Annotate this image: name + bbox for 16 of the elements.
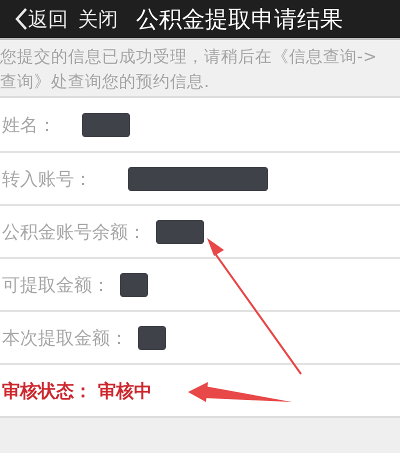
close-button[interactable]: 关闭 xyxy=(78,6,118,32)
redaction-mark xyxy=(82,112,130,136)
page-title: 公积金提取申请结果 xyxy=(136,6,343,34)
status-label: 审核状态： xyxy=(2,380,92,402)
field-label: 姓名： xyxy=(2,114,56,136)
redaction-mark xyxy=(120,272,148,296)
status-value: 审核中 xyxy=(98,380,152,402)
field-label: 本次提取金额： xyxy=(2,326,128,350)
notice-text: 您提交的信息已成功受理，请稍后在《信息查询-> 查询》处查询您的预约信息. xyxy=(0,46,378,93)
field-label: 公积金账号余额： xyxy=(2,220,146,244)
back-button[interactable]: 返回 xyxy=(14,6,68,32)
field-label: 转入账号： xyxy=(2,168,92,190)
field-label: 可提取金额： xyxy=(2,274,110,296)
redaction-mark xyxy=(156,220,204,244)
redaction-mark xyxy=(138,326,166,350)
back-icon xyxy=(14,7,28,31)
